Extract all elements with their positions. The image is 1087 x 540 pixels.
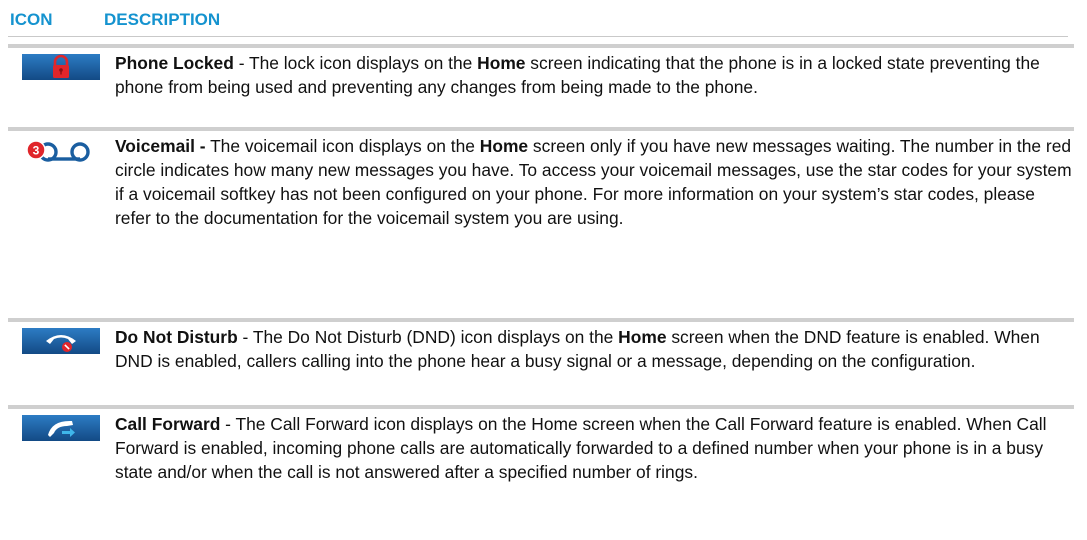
row-description: Phone Locked - The lock icon displays on…: [115, 51, 1073, 99]
call-forward-icon: [22, 415, 100, 441]
row-text: The lock icon displays on the: [249, 53, 478, 73]
row-title: Call Forward: [115, 414, 221, 434]
row-separator: -: [220, 414, 236, 434]
row-title: Do Not Disturb: [115, 327, 238, 347]
row-text: The Do Not Disturb (DND) icon displays o…: [252, 327, 619, 347]
row-description: Do Not Disturb - The Do Not Disturb (DND…: [115, 325, 1073, 373]
table-row: Do Not Disturb - The Do Not Disturb (DND…: [8, 318, 1074, 400]
do-not-disturb-icon: [22, 328, 100, 354]
row-description: Voicemail - The voicemail icon displays …: [115, 134, 1073, 230]
row-bold-word: Home: [477, 53, 526, 73]
row-bold-word: Home: [618, 327, 667, 347]
row-description: Call Forward - The Call Forward icon dis…: [115, 412, 1073, 484]
icon-column-header: ICON: [10, 10, 53, 29]
voicemail-icon: 3: [22, 137, 100, 163]
table-row: Phone Locked - The lock icon displays on…: [8, 44, 1074, 126]
row-text: The Call Forward icon displays on the Ho…: [115, 414, 1047, 482]
row-text: The voicemail icon displays on the: [210, 136, 480, 156]
description-column-header: DESCRIPTION: [104, 10, 221, 29]
icon-description-table: ICON DESCRIPTION Phone Locked - The lock…: [0, 0, 1087, 540]
row-title: Voicemail -: [115, 136, 206, 156]
row-separator: -: [237, 327, 253, 347]
row-title: Phone Locked: [115, 53, 234, 73]
voicemail-count-badge: 3: [33, 144, 40, 158]
row-separator: -: [233, 53, 249, 73]
lock-icon: [22, 54, 100, 80]
table-row: Call Forward - The Call Forward icon dis…: [8, 405, 1074, 519]
row-bold-word: Home: [479, 136, 529, 156]
table-header: ICON DESCRIPTION: [8, 2, 1068, 37]
table-row: 3 Voicemail - The voicemail icon display…: [8, 127, 1074, 257]
